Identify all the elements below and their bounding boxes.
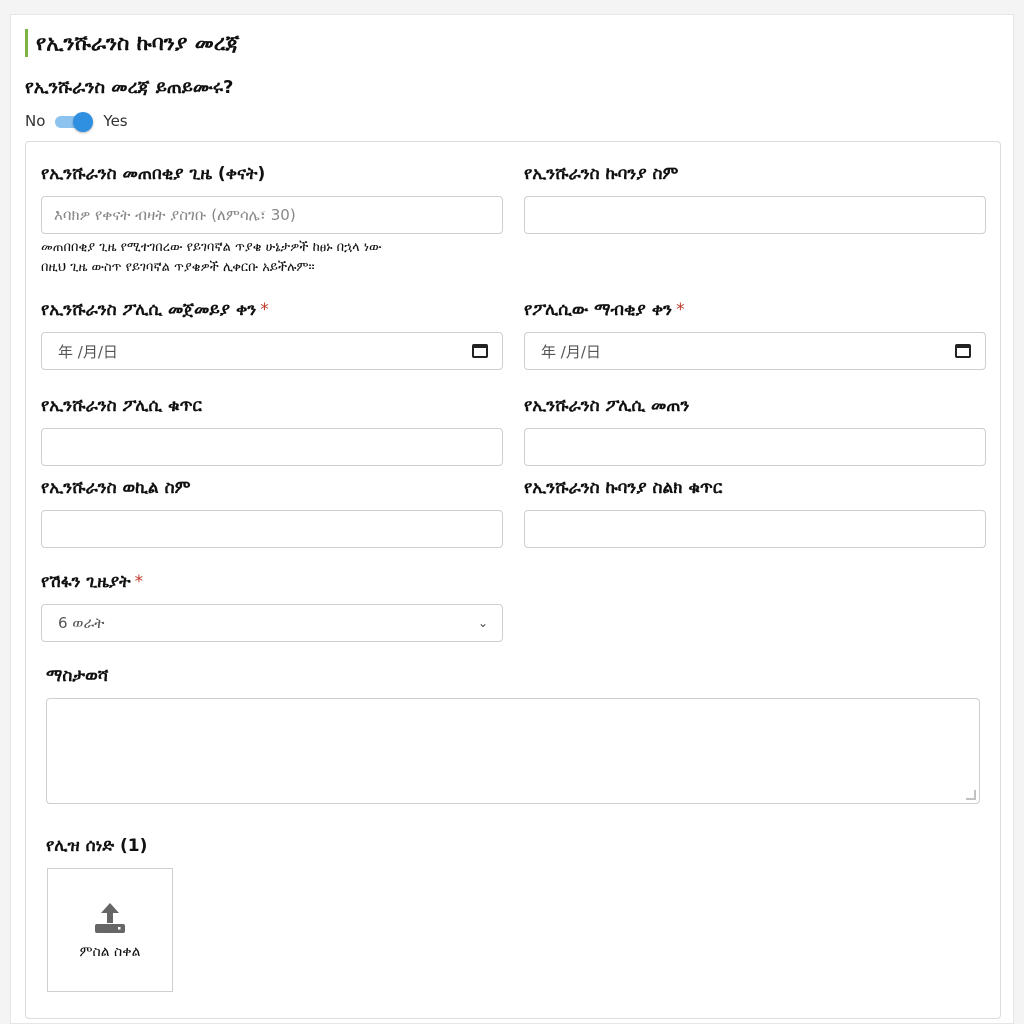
- calendar-icon[interactable]: [955, 344, 971, 358]
- company-phone-label: የኢንሹራንስ ኩባንያ ስልክ ቁጥር: [524, 478, 723, 498]
- notes-textarea[interactable]: [46, 698, 980, 804]
- toggle-on-label: Yes: [103, 112, 128, 130]
- coverage-period-selected-value: 6 ወራት: [58, 614, 105, 632]
- policy-start-date-placeholder: 年 /月/日: [58, 342, 118, 361]
- toggle-knob[interactable]: [73, 112, 94, 132]
- insurance-details-card: የኢንሹራንስ መጠበቂያ ጊዜ (ቀናት) መጠበበቂያ ጊዜ የሚተገበረው…: [25, 141, 1001, 1019]
- coverage-period-label-text: የሽፋን ጊዜያት: [41, 572, 131, 592]
- policy-end-label: የፖሊሲው ማብቂያ ቀን *: [524, 298, 986, 322]
- policy-amount-label: የኢንሹራንስ ፖሊሲ መጠን: [524, 396, 690, 416]
- company-phone-field: የኢንሹራንስ ኩባንያ ስልክ ቁጥር: [524, 476, 986, 548]
- policy-start-date-input[interactable]: 年 /月/日: [41, 332, 503, 370]
- image-upload-button[interactable]: ምስል ስቀል: [47, 868, 173, 992]
- company-name-input[interactable]: [524, 196, 986, 234]
- policy-end-date-placeholder: 年 /月/日: [541, 342, 601, 361]
- waiting-period-help: መጠበበቂያ ጊዜ የሚተገበረው የይገባኛል ጥያቄ ሁኔታዎች ከፀኑ በ…: [41, 238, 511, 278]
- waiting-period-label: የኢንሹራንስ መጠበቂያ ጊዜ (ቀናት): [41, 164, 266, 184]
- coverage-period-field: የሽፋን ጊዜያት * 6 ወራት ⌄: [41, 570, 503, 642]
- policy-end-date-input[interactable]: 年 /月/日: [524, 332, 986, 370]
- calendar-icon[interactable]: [472, 344, 488, 358]
- policy-end-field: የፖሊሲው ማብቂያ ቀን * 年 /月/日: [524, 298, 986, 370]
- waiting-period-input[interactable]: [41, 196, 503, 234]
- company-name-label: የኢንሹራንስ ኩባንያ ስም: [524, 164, 679, 184]
- company-name-field: የኢንሹራንስ ኩባንያ ስም: [524, 162, 986, 234]
- insurance-form-page: የኢንሹራንስ ኩባንያ መረጃ የኢንሹራንስ መረጃ ይጠይሙሩ? No Y…: [10, 14, 1014, 1024]
- license-doc-label: የሊዝ ሰነድ (1): [46, 836, 148, 856]
- upload-icon: [95, 903, 125, 933]
- waiting-period-field: የኢንሹራንስ መጠበቂያ ጊዜ (ቀናት) መጠበበቂያ ጊዜ የሚተገበረው…: [41, 162, 503, 278]
- waiting-period-help-line-1: መጠበበቂያ ጊዜ የሚተገበረው የይገባኛል ጥያቄ ሁኔታዎች ከፀኑ በ…: [41, 240, 382, 255]
- waiting-period-help-line-2: በዚህ ጊዜ ውስጥ የይገባኛል ጥያቄዎች ሊቀርቡ አይችሉም።: [41, 260, 315, 275]
- insurance-toggle-row: No Yes: [25, 109, 128, 133]
- agent-name-input[interactable]: [41, 510, 503, 548]
- notes-label: ማስታወሻ: [46, 666, 109, 686]
- upload-label: ምስል ስቀል: [79, 944, 141, 960]
- chevron-down-icon[interactable]: ⌄: [478, 616, 488, 630]
- policy-start-label: የኢንሹራንስ ፖሊሲ መጀመይያ ቀን *: [41, 298, 503, 322]
- coverage-period-label: የሽፋን ጊዜያት *: [41, 570, 503, 594]
- agent-name-field: የኢንሹራንስ ወኪል ስም: [41, 476, 503, 548]
- required-marker: *: [260, 300, 269, 320]
- policy-number-field: የኢንሹራንስ ፖሊሲ ቁጥር: [41, 394, 503, 466]
- policy-number-label: የኢንሹራንስ ፖሊሲ ቁጥር: [41, 396, 202, 416]
- company-phone-input[interactable]: [524, 510, 986, 548]
- policy-number-input[interactable]: [41, 428, 503, 466]
- insurance-question: የኢንሹራንስ መረጃ ይጠይሙሩ?: [25, 77, 234, 98]
- required-marker: *: [676, 300, 685, 320]
- agent-name-label: የኢንሹራንስ ወኪል ስም: [41, 478, 191, 498]
- policy-end-label-text: የፖሊሲው ማብቂያ ቀን: [524, 300, 673, 320]
- required-marker: *: [134, 572, 144, 592]
- section-title: የኢንሹራንስ ኩባንያ መረጃ: [25, 29, 239, 57]
- policy-start-field: የኢንሹራንስ ፖሊሲ መጀመይያ ቀን * 年 /月/日: [41, 298, 503, 370]
- policy-start-label-text: የኢንሹራንስ ፖሊሲ መጀመይያ ቀን: [41, 300, 257, 320]
- policy-amount-field: የኢንሹራንስ ፖሊሲ መጠን: [524, 394, 986, 466]
- coverage-period-select[interactable]: 6 ወራት ⌄: [41, 604, 503, 642]
- toggle-off-label: No: [25, 112, 46, 130]
- insurance-toggle-switch[interactable]: [55, 112, 94, 132]
- policy-amount-input[interactable]: [524, 428, 986, 466]
- resize-handle-icon[interactable]: [966, 790, 976, 800]
